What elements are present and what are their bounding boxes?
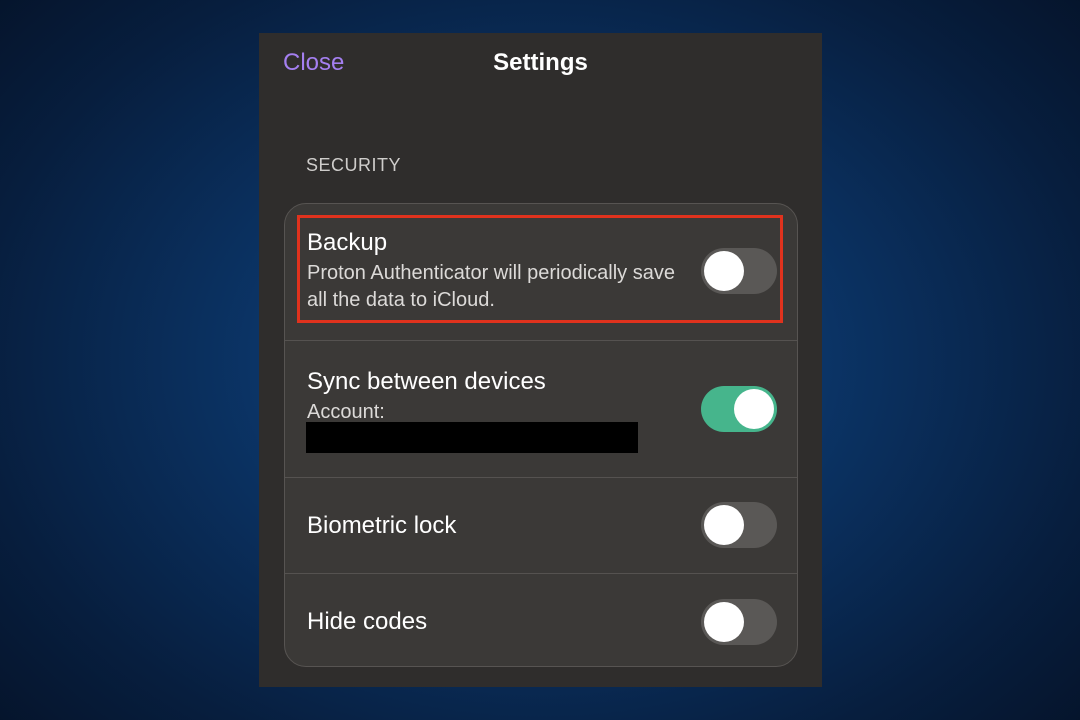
toggle-knob [704,505,744,545]
toggle-knob [704,251,744,291]
settings-screen: Close Settings SECURITY Backup Proton Au… [259,33,822,687]
security-settings-card: Backup Proton Authenticator will periodi… [284,203,798,667]
section-header-security: SECURITY [306,155,402,175]
sync-toggle[interactable] [701,386,777,432]
setting-title-sync: Sync between devices [307,368,546,395]
redacted-account [306,422,638,453]
setting-subtitle-backup: Proton Authenticator will periodically s… [307,262,675,311]
toggle-knob [704,602,744,642]
setting-title-biometric: Biometric lock [307,512,457,539]
setting-row-sync: Sync between devices Account: [285,341,797,477]
setting-row-hide-codes: Hide codes [285,574,797,666]
setting-title-backup: Backup [307,229,388,256]
hide-codes-toggle[interactable] [701,599,777,645]
page-title: Settings [493,49,588,76]
setting-row-biometric: Biometric lock [285,478,797,573]
backup-toggle[interactable] [701,248,777,294]
setting-title-hide-codes: Hide codes [307,608,428,635]
setting-row-backup: Backup Proton Authenticator will periodi… [285,204,797,340]
toggle-knob [734,389,774,429]
biometric-lock-toggle[interactable] [701,502,777,548]
